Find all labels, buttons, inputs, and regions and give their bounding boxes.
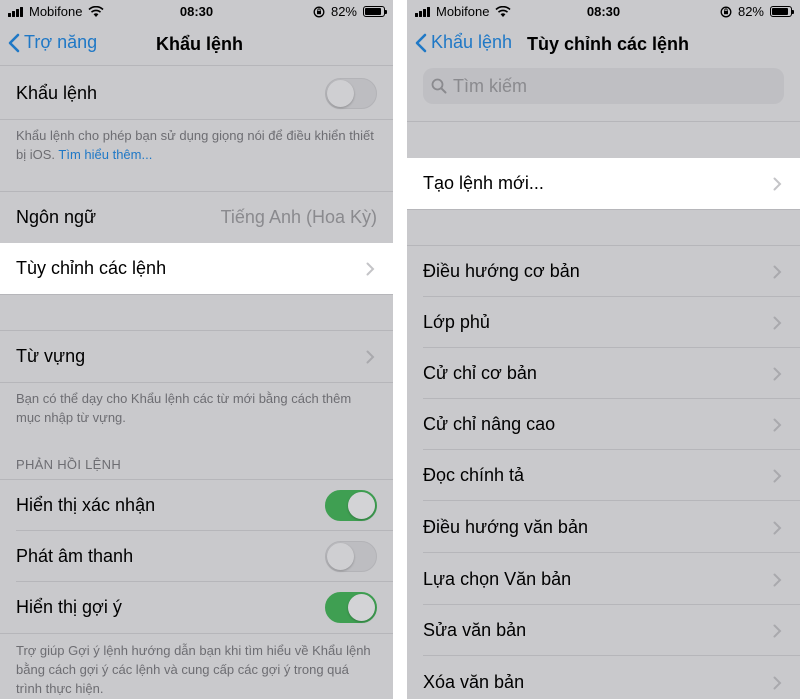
category-label: Xóa văn bản — [423, 672, 525, 692]
chevron-right-icon — [773, 418, 782, 431]
list-item[interactable]: Điều hướng văn bản — [407, 502, 800, 553]
divider — [407, 121, 800, 122]
voice-control-toggle[interactable] — [325, 78, 377, 109]
category-label: Đọc chính tả — [423, 465, 525, 485]
chevron-left-icon — [415, 33, 427, 52]
back-label: Trợ năng — [24, 32, 98, 52]
learn-more-link[interactable]: Tìm hiểu thêm... — [58, 147, 152, 162]
list-item[interactable]: Đọc chính tả — [407, 450, 800, 501]
status-bar: Mobifone 08:30 82% — [407, 0, 800, 22]
chevron-right-icon — [773, 469, 782, 482]
voice-control-screen: Mobifone 08:30 82% Trợ năng Khẩu lệnh Kh… — [0, 0, 393, 699]
rotation-lock-icon — [720, 6, 732, 17]
show-confirmation-row: Hiển thị xác nhận — [0, 480, 393, 531]
create-new-command-label: Tạo lệnh mới... — [423, 173, 544, 193]
list-item[interactable]: Cử chỉ cơ bản — [407, 348, 800, 399]
page-title: Khẩu lệnh — [156, 34, 244, 54]
list-item[interactable]: Sửa văn bản — [407, 605, 800, 656]
back-button[interactable]: Khẩu lệnh — [415, 32, 512, 53]
divider — [0, 119, 393, 120]
category-label: Điều hướng văn bản — [423, 517, 588, 537]
battery-percent: 82% — [330, 4, 357, 19]
category-label: Cử chỉ nâng cao — [423, 414, 556, 434]
language-row[interactable]: Ngôn ngữ Tiếng Anh (Hoa Kỳ) — [0, 192, 393, 243]
show-hints-label: Hiển thị gợi ý — [16, 597, 122, 617]
customize-commands-label: Tùy chỉnh các lệnh — [16, 258, 167, 278]
status-bar: Mobifone 08:30 82% — [0, 0, 393, 22]
chevron-right-icon — [366, 262, 375, 275]
divider — [0, 382, 393, 383]
language-label: Ngôn ngữ — [16, 207, 97, 227]
search-icon — [431, 78, 447, 94]
chevron-left-icon — [8, 33, 20, 52]
play-sound-label: Phát âm thanh — [16, 546, 134, 566]
voice-control-label: Khẩu lệnh — [16, 83, 98, 103]
create-new-command-row[interactable]: Tạo lệnh mới... — [407, 158, 800, 209]
play-sound-row: Phát âm thanh — [0, 531, 393, 582]
list-item[interactable]: Lựa chọn Văn bản — [407, 554, 800, 605]
nav-bar: Khẩu lệnh Tùy chỉnh các lệnh — [407, 24, 800, 66]
divider — [0, 633, 393, 634]
hints-footnote: Trợ giúp Gợi ý lệnh hướng dẫn bạn khi tì… — [16, 643, 371, 696]
chevron-right-icon — [773, 367, 782, 380]
show-confirmation-toggle[interactable] — [325, 490, 377, 521]
chevron-right-icon — [773, 316, 782, 329]
vocabulary-label: Từ vựng — [16, 346, 86, 366]
play-sound-toggle[interactable] — [325, 541, 377, 572]
chevron-right-icon — [773, 676, 782, 689]
voice-control-row: Khẩu lệnh — [0, 68, 393, 119]
category-label: Sửa văn bản — [423, 620, 527, 640]
category-label: Lớp phủ — [423, 312, 490, 332]
page-title: Tùy chỉnh các lệnh — [527, 34, 690, 54]
list-item[interactable]: Lớp phủ — [407, 297, 800, 348]
list-item[interactable]: Xóa văn bản — [407, 657, 800, 699]
divider — [407, 209, 800, 210]
customize-commands-screen: Mobifone 08:30 82% Khẩu lệnh Tùy chỉnh c… — [407, 0, 800, 699]
show-hints-row: Hiển thị gợi ý — [0, 582, 393, 633]
chevron-right-icon — [366, 350, 375, 363]
voice-control-footnote: Khẩu lệnh cho phép bạn sử dụng giọng nói… — [16, 126, 377, 164]
back-button[interactable]: Trợ năng — [8, 32, 97, 53]
vocabulary-footnote: Bạn có thể dạy cho Khẩu lệnh các từ mới … — [16, 391, 352, 425]
nav-bar: Trợ năng Khẩu lệnh — [0, 24, 393, 66]
chevron-right-icon — [773, 177, 782, 190]
feedback-section-header: PHẢN HỒI LỆNH — [16, 457, 122, 472]
search-input[interactable] — [453, 75, 753, 97]
chevron-right-icon — [773, 265, 782, 278]
chevron-right-icon — [773, 521, 782, 534]
battery-percent: 82% — [737, 4, 764, 19]
category-label: Lựa chọn Văn bản — [423, 569, 572, 589]
language-value: Tiếng Anh (Hoa Kỳ) — [220, 207, 377, 227]
search-bar[interactable] — [423, 68, 784, 104]
vocabulary-row[interactable]: Từ vựng — [0, 331, 393, 382]
category-label: Điều hướng cơ bản — [423, 261, 580, 281]
category-label: Cử chỉ cơ bản — [423, 363, 537, 383]
customize-commands-row[interactable]: Tùy chỉnh các lệnh — [0, 243, 393, 294]
screenshot-gutter — [393, 0, 407, 699]
chevron-right-icon — [773, 624, 782, 637]
divider — [0, 294, 393, 295]
battery-icon — [770, 6, 794, 17]
battery-icon — [363, 6, 387, 17]
list-item[interactable]: Cử chỉ nâng cao — [407, 399, 800, 450]
back-label: Khẩu lệnh — [431, 32, 513, 52]
chevron-right-icon — [773, 573, 782, 586]
show-hints-toggle[interactable] — [325, 592, 377, 623]
list-item[interactable]: Điều hướng cơ bản — [407, 246, 800, 297]
rotation-lock-icon — [313, 6, 325, 17]
show-confirmation-label: Hiển thị xác nhận — [16, 495, 156, 515]
